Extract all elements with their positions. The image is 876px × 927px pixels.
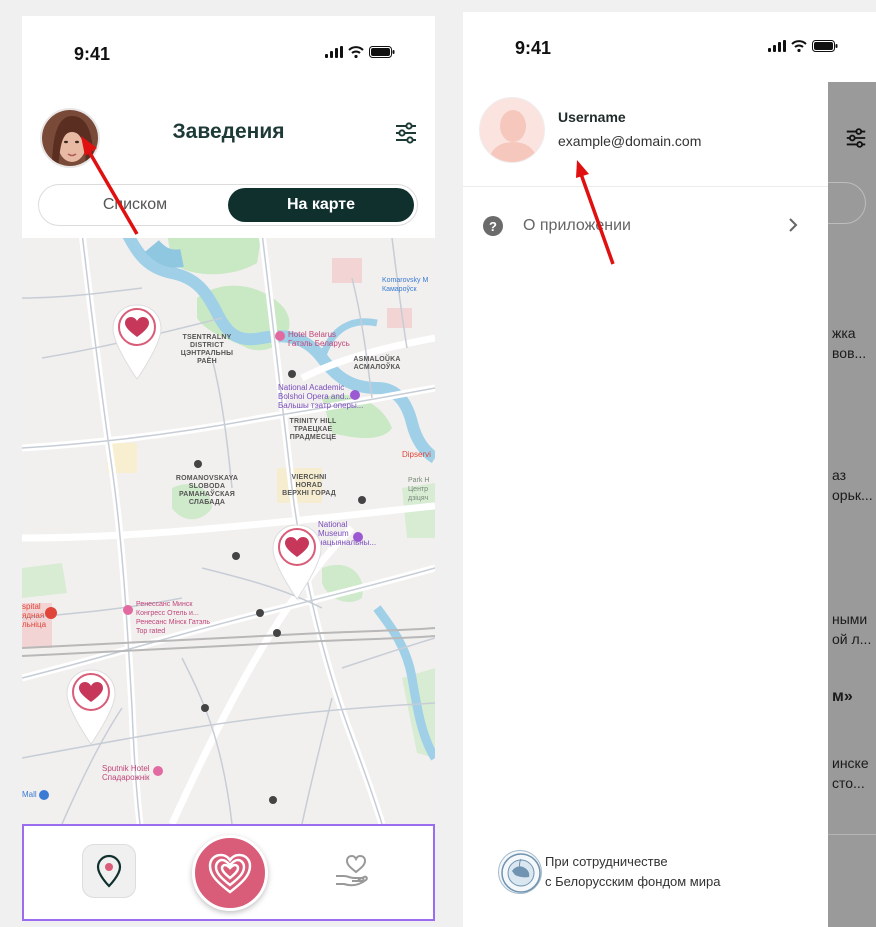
battery-icon (812, 40, 838, 52)
partner-credit: При сотрудничестве с Белорусским фондом … (545, 852, 720, 892)
venue-map-pin[interactable] (271, 523, 323, 601)
status-icons (325, 46, 395, 58)
content-fragment: аз (832, 467, 847, 483)
sliders-icon (846, 128, 866, 148)
poi-label: Park H Центр дзіцяч (408, 477, 430, 502)
username-label: Username (558, 109, 626, 125)
status-bar: 9:41 (22, 16, 435, 76)
status-time: 9:41 (74, 44, 111, 64)
nav-map-button[interactable] (82, 844, 136, 898)
partner-line: с Белорусским фондом мира (545, 874, 721, 889)
signal-icon (768, 40, 786, 52)
peace-fund-logo (498, 850, 542, 894)
globe-emblem-icon (501, 853, 541, 893)
hotel-marker (275, 331, 285, 341)
divider (828, 834, 876, 835)
content-fragment: орьк... (832, 487, 873, 503)
user-avatar[interactable] (479, 97, 545, 163)
question-icon: ? (483, 216, 503, 236)
wifi-icon (348, 46, 364, 58)
chevron-right-icon (789, 218, 798, 232)
menu-item-label: О приложении (523, 217, 631, 234)
district-label: TRINITY HILL ТРАЕЦКАЕ ПРАДМЕСЦЕ (289, 418, 337, 441)
block-area (387, 308, 412, 328)
side-drawer: 9:41 Username example@domain.com ? О при… (463, 12, 828, 927)
poi-label: Hotel Belarus Гатэль Беларусь (288, 330, 350, 348)
status-time: 9:41 (515, 38, 552, 58)
tab-map-view[interactable]: На карте (228, 188, 414, 222)
district-label: ROMANOVSKAYA SLOBODA РАМАНАЎСКАЯ СЛАБАДА (175, 475, 239, 506)
content-fragment: ными (832, 611, 868, 627)
side-menu-screen: жка вов... аз орьк... ными ой л... м» ин… (463, 12, 876, 927)
dimmed-content-overlay[interactable]: жка вов... аз орьк... ными ой л... м» ин… (828, 82, 876, 927)
hospital-marker (45, 607, 57, 619)
email-label: example@domain.com (558, 133, 702, 149)
poi-label: spital ядная льніца (22, 602, 47, 629)
content-fragment: жка (832, 325, 856, 341)
content-fragment: м» (832, 688, 853, 705)
content-fragment: инске (832, 755, 869, 771)
nav-heart-button[interactable] (192, 835, 268, 911)
battery-icon (369, 46, 395, 58)
mall-marker (39, 790, 49, 800)
content-fragment: вов... (832, 345, 867, 361)
divider (463, 186, 828, 187)
map-pin-icon (96, 854, 122, 888)
wifi-icon (791, 40, 807, 52)
page-title: Заведения (172, 120, 285, 143)
poi-label: Ренессанс Минск Конгресс Отель и... Рене… (136, 601, 210, 635)
renaissance-marker (123, 605, 133, 615)
district-label: ASMALOŬKA АСМАЛОЎКА (353, 356, 401, 371)
menu-item-about[interactable]: ? О приложении (463, 210, 828, 244)
bottom-navigation (22, 824, 435, 921)
sputnik-marker (153, 766, 163, 776)
park-area (22, 563, 67, 598)
sliders-icon (396, 122, 416, 144)
tab-list-view[interactable]: Списком (42, 188, 228, 222)
content-fragment: ой л... (832, 631, 872, 647)
avatar-placeholder-icon (480, 98, 544, 162)
metro-label: Komarovsky M Камароўск (382, 277, 429, 293)
partner-line: При сотрудничестве (545, 854, 668, 869)
striped-heart-icon (208, 853, 252, 894)
filter-button[interactable] (393, 120, 419, 146)
venue-map-pin[interactable] (65, 668, 117, 746)
venues-map-screen: 9:41 Заведения Списком На карте TSENTRAL… (22, 16, 435, 921)
venue-map-pin[interactable] (111, 303, 163, 381)
district-label: TSENTRALNY DISTRICT ЦЭНТРАЛЬНЫ РАЁН (180, 334, 234, 365)
district-label: VIERCHNI HORAD ВЕРХНІ ГОРАД (282, 474, 336, 497)
nav-charity-button[interactable] (332, 850, 372, 890)
poi-label: Dipservi (402, 450, 431, 459)
content-fragment: сто... (832, 775, 865, 791)
poi-label: National Academic Bolshoi Opera and... Б… (278, 383, 364, 410)
block-area (332, 258, 362, 283)
hand-heart-icon (336, 854, 368, 887)
signal-icon (325, 46, 343, 58)
poi-label: Sputnik Hotel Спадарожнік (102, 764, 150, 782)
segment-control-fragment (828, 182, 866, 224)
view-mode-toggle: Списком На карте (38, 184, 418, 226)
poi-label: Mall (22, 790, 37, 799)
poi-label: National Museum нацыянальны... (318, 520, 377, 547)
status-icons (768, 40, 838, 52)
map-view[interactable]: TSENTRALNY DISTRICT ЦЭНТРАЛЬНЫ РАЁН ASMA… (22, 238, 435, 824)
